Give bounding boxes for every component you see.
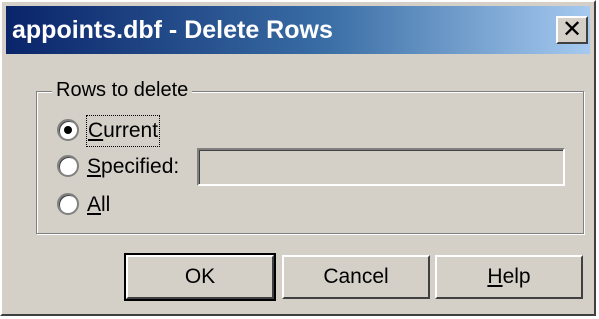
- specified-rows-input[interactable]: [197, 148, 565, 186]
- accelerator-key: H: [487, 265, 503, 288]
- radio-all-circle[interactable]: [57, 193, 79, 215]
- accelerator-key: A: [87, 193, 102, 216]
- close-icon: ✕: [561, 15, 583, 43]
- group-legend: Rows to delete: [52, 77, 193, 103]
- radio-all-label[interactable]: All: [87, 190, 110, 220]
- label-text: ll: [101, 193, 111, 216]
- cancel-button[interactable]: Cancel: [282, 255, 430, 299]
- accelerator-key: C: [88, 119, 104, 142]
- ok-button[interactable]: OK: [124, 253, 276, 301]
- radio-current-circle[interactable]: [57, 119, 79, 141]
- close-button[interactable]: ✕: [556, 16, 588, 44]
- window-title: appoints.dbf - Delete Rows: [12, 16, 333, 44]
- radio-specified-circle[interactable]: [57, 155, 79, 177]
- label-text: elp: [502, 265, 531, 288]
- label-text: urrent: [103, 119, 159, 142]
- accelerator-key: S: [87, 155, 102, 178]
- delete-rows-dialog: appoints.dbf - Delete Rows ✕ Rows to del…: [0, 0, 596, 316]
- help-button[interactable]: Help: [435, 255, 583, 299]
- radio-current-label[interactable]: Current: [85, 115, 161, 147]
- label-text: pecified:: [101, 155, 180, 178]
- radio-specified-label[interactable]: Specified:: [87, 152, 179, 182]
- title-bar[interactable]: appoints.dbf - Delete Rows ✕: [6, 6, 590, 54]
- radio-selected-dot: [64, 126, 72, 134]
